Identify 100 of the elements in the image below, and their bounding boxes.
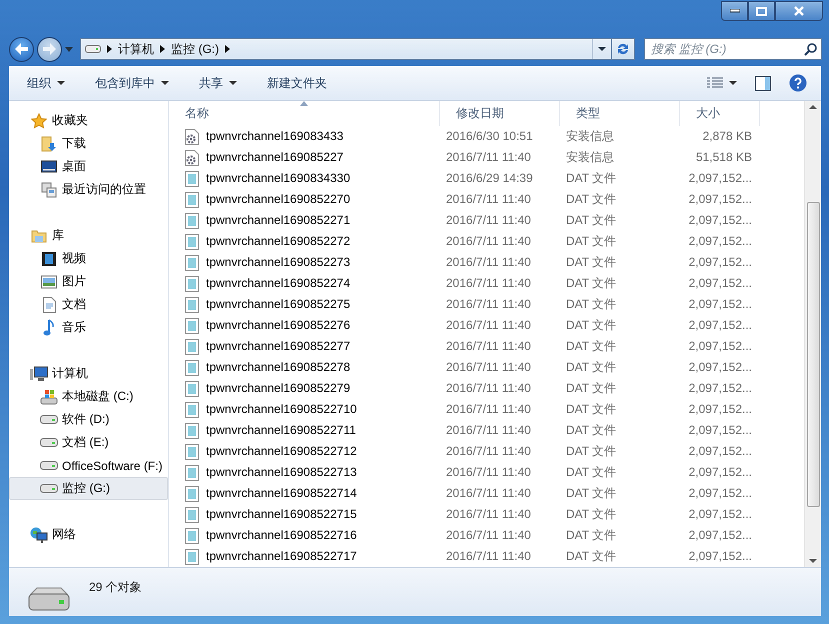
file-name-cell[interactable]: tpwnvrchannel16908522711	[169, 420, 440, 441]
sidebar-group[interactable]: 收藏夹	[9, 109, 168, 132]
sidebar-item[interactable]: 下载	[9, 132, 168, 155]
type-cell-text: 安装信息	[565, 128, 615, 145]
file-name-cell[interactable]: tpwnvrchannel16908522714	[169, 483, 440, 504]
toolbar-button[interactable]: 共享	[191, 70, 245, 96]
date-cell-text: 2016/7/11 11:40	[445, 338, 532, 355]
size-cell-text: 2,097,152...	[688, 443, 753, 460]
file-name: tpwnvrchannel1690852273	[206, 254, 350, 271]
file-name: tpwnvrchannel1690852279	[206, 380, 350, 397]
size-cell-text: 51,518 KB	[694, 149, 753, 166]
type-cell-text: DAT 文件	[565, 212, 618, 229]
file-name: tpwnvrchannel1690852276	[206, 317, 350, 334]
file-name-cell[interactable]: tpwnvrchannel169085227	[169, 147, 440, 168]
sidebar-item[interactable]: 文档	[9, 293, 168, 316]
date-cell-text: 2016/6/30 10:51	[445, 128, 534, 145]
file-name-cell[interactable]: tpwnvrchannel1690852275	[169, 294, 440, 315]
size-cell-text: 2,097,152...	[688, 359, 753, 376]
sidebar-item[interactable]: 桌面	[9, 155, 168, 178]
file-name-cell[interactable]: tpwnvrchannel1690852278	[169, 357, 440, 378]
file-name: tpwnvrchannel1690852270	[206, 191, 350, 208]
size-cell-text: 2,097,152...	[688, 548, 753, 565]
sidebar-item[interactable]: 监控 (G:)	[9, 477, 168, 500]
size-cell-text: 2,097,152...	[688, 233, 753, 250]
breadcrumb-item[interactable]: 计算机	[118, 40, 154, 58]
column-header[interactable]: 修改日期	[440, 101, 560, 126]
type-cell-text: DAT 文件	[565, 485, 618, 502]
file-name-cell[interactable]: tpwnvrchannel1690852273	[169, 252, 440, 273]
file-name-cell[interactable]: tpwnvrchannel16908522715	[169, 504, 440, 525]
file-name-cell[interactable]: tpwnvrchannel16908522713	[169, 462, 440, 483]
desktop-icon	[41, 160, 57, 174]
size-cell-text: 2,097,152...	[688, 254, 753, 271]
date-cell-text: 2016/7/11 11:40	[445, 443, 532, 460]
file-name-cell[interactable]: tpwnvrchannel16908522717	[169, 546, 440, 567]
drive-icon	[40, 438, 58, 447]
back-button[interactable]	[9, 36, 34, 62]
search-field[interactable]: 搜索 监控 (G:)	[644, 38, 822, 60]
sidebar-group[interactable]: 网络	[9, 523, 168, 546]
file-name-cell[interactable]: tpwnvrchannel169083433	[169, 126, 440, 147]
date-cell-text: 2016/7/11 11:40	[445, 401, 532, 418]
sidebar-item[interactable]: 音乐	[9, 316, 168, 339]
file-name-cell[interactable]: tpwnvrchannel16908522716	[169, 525, 440, 546]
column-header[interactable]: 大小	[680, 101, 760, 126]
column-header[interactable]: 名称	[169, 101, 440, 126]
toolbar-button[interactable]: 新建文件夹	[259, 70, 335, 96]
type-cell-text: DAT 文件	[565, 296, 618, 313]
file-name: tpwnvrchannel16908522714	[206, 485, 357, 502]
star-icon	[31, 112, 47, 128]
file-name-cell[interactable]: tpwnvrchannel1690852279	[169, 378, 440, 399]
sidebar-group[interactable]: 库	[9, 224, 168, 247]
file-name-cell[interactable]: tpwnvrchannel1690852271	[169, 210, 440, 231]
date-cell-text: 2016/6/29 14:39	[445, 170, 534, 187]
sidebar-item[interactable]: OfficeSoftware (F:)	[9, 454, 168, 477]
sidebar-item[interactable]: 本地磁盘 (C:)	[9, 385, 168, 408]
file-icon	[185, 234, 199, 250]
file-icon	[185, 338, 199, 354]
refresh-button[interactable]	[611, 38, 635, 60]
type-cell-text: DAT 文件	[565, 170, 618, 187]
forward-button[interactable]	[37, 36, 62, 62]
history-dropdown[interactable]	[65, 46, 73, 52]
date-cell-text: 2016/7/11 11:40	[445, 506, 532, 523]
maximize-button[interactable]	[748, 1, 775, 21]
sidebar-item[interactable]: 软件 (D:)	[9, 408, 168, 431]
date-cell-text: 2016/7/11 11:40	[445, 191, 532, 208]
caret-icon	[161, 81, 169, 85]
file-name-cell[interactable]: tpwnvrchannel1690834330	[169, 168, 440, 189]
toolbar-button[interactable]: 包含到库中	[87, 70, 177, 96]
file-name-cell[interactable]: tpwnvrchannel1690852274	[169, 273, 440, 294]
file-name-cell[interactable]: tpwnvrchannel16908522712	[169, 441, 440, 462]
close-button[interactable]	[775, 1, 823, 21]
file-name-cell[interactable]: tpwnvrchannel16908522710	[169, 399, 440, 420]
search-input[interactable]: 搜索 监控 (G:)	[649, 41, 804, 57]
type-cell-text: DAT 文件	[565, 275, 618, 292]
column-header[interactable]: 类型	[560, 101, 680, 126]
scroll-thumb[interactable]	[806, 202, 820, 507]
file-name: tpwnvrchannel1690852278	[206, 359, 350, 376]
file-name-cell[interactable]: tpwnvrchannel1690852276	[169, 315, 440, 336]
sidebar-group[interactable]: 计算机	[9, 362, 168, 385]
type-cell-text: DAT 文件	[565, 464, 618, 481]
toolbar-button[interactable]: 组织	[19, 70, 73, 96]
file-icon	[185, 528, 199, 544]
sidebar-item[interactable]: 视频	[9, 247, 168, 270]
file-name-cell[interactable]: tpwnvrchannel1690852270	[169, 189, 440, 210]
minimize-button[interactable]	[721, 1, 748, 21]
sidebar-item[interactable]: 最近访问的位置	[9, 178, 168, 201]
sidebar-item[interactable]: 文档 (E:)	[9, 431, 168, 454]
breadcrumb-item[interactable]: 监控 (G:)	[171, 40, 219, 58]
film-icon	[41, 250, 57, 266]
address-bar[interactable]: 计算机 监控 (G:)	[80, 38, 612, 60]
date-cell-text: 2016/7/11 11:40	[445, 296, 532, 313]
picture-icon	[41, 274, 57, 288]
file-name-cell[interactable]: tpwnvrchannel1690852277	[169, 336, 440, 357]
size-cell-text: 2,097,152...	[688, 506, 753, 523]
sidebar-item[interactable]: 图片	[9, 270, 168, 293]
size-cell-text: 2,097,152...	[688, 275, 753, 292]
file-name-cell[interactable]: tpwnvrchannel1690852272	[169, 231, 440, 252]
library-folder-icon	[31, 228, 47, 242]
chevron-icon	[160, 45, 165, 53]
caret-icon	[598, 47, 606, 51]
scrollbar[interactable]	[804, 101, 821, 567]
